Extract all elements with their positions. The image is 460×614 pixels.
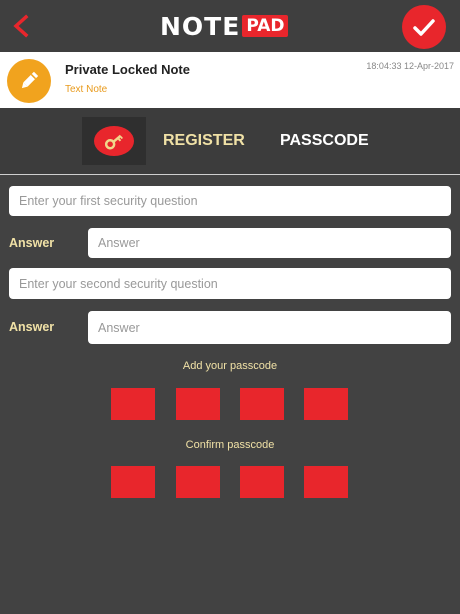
- back-button[interactable]: [8, 12, 36, 40]
- tab-key[interactable]: [82, 117, 146, 165]
- answer-1-input[interactable]: [88, 228, 451, 258]
- key-badge: [94, 126, 134, 156]
- confirm-passcode-label: Confirm passcode: [185, 439, 275, 451]
- confirm-digit-2[interactable]: [176, 466, 220, 498]
- chevron-left-icon: [13, 14, 29, 38]
- security-question-1-input[interactable]: [9, 186, 451, 216]
- lock-mode-tabs: REGISTER PASSCODE: [0, 108, 460, 175]
- app-logo: NOTE PAD: [160, 11, 289, 41]
- passcode-digit-3[interactable]: [240, 388, 284, 420]
- top-bar: NOTE PAD: [0, 0, 460, 52]
- confirm-digit-1[interactable]: [111, 466, 155, 498]
- note-title: Private Locked Note: [65, 62, 190, 77]
- note-type-label: Text Note: [65, 84, 108, 95]
- logo-badge: PAD: [242, 15, 289, 37]
- passcode-digit-4[interactable]: [304, 388, 348, 420]
- confirm-digit-4[interactable]: [304, 466, 348, 498]
- answer-2-label: Answer: [9, 320, 55, 334]
- confirm-digit-3[interactable]: [240, 466, 284, 498]
- logo-text: NOTE: [160, 11, 241, 41]
- note-timestamp: 18:04:33 12-Apr-2017: [366, 61, 454, 71]
- note-type-avatar: [7, 59, 51, 103]
- passcode-digit-1[interactable]: [111, 388, 155, 420]
- note-header: Private Locked Note Text Note 18:04:33 1…: [0, 52, 460, 108]
- answer-2-input[interactable]: [88, 311, 451, 344]
- security-question-2-input[interactable]: [9, 268, 451, 299]
- passcode-digit-2[interactable]: [176, 388, 220, 420]
- confirm-button[interactable]: [402, 5, 446, 49]
- answer-1-label: Answer: [9, 236, 55, 250]
- tab-register[interactable]: REGISTER: [163, 132, 245, 150]
- tab-passcode[interactable]: PASSCODE: [280, 132, 369, 150]
- pencil-icon: [21, 71, 39, 89]
- key-icon: [104, 134, 123, 150]
- add-passcode-label: Add your passcode: [182, 360, 278, 372]
- checkmark-icon: [413, 19, 435, 36]
